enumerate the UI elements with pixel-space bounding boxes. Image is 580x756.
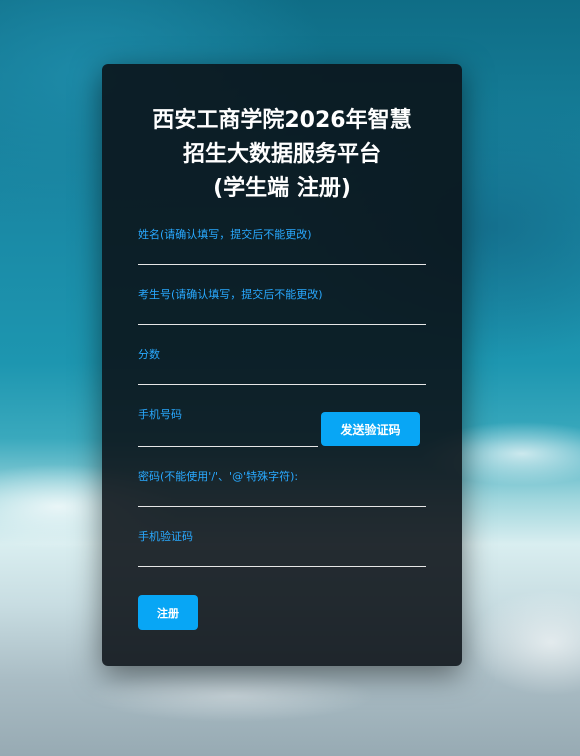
register-card: 西安工商学院2026年智慧 招生大数据服务平台 (学生端 注册) 姓名(请确认填… <box>102 64 462 666</box>
exam-number-label: 考生号(请确认填写，提交后不能更改) <box>138 288 323 301</box>
score-underline <box>138 384 426 385</box>
score-label: 分数 <box>138 348 160 361</box>
sms-code-field: 手机验证码 <box>138 530 426 570</box>
register-button[interactable]: 注册 <box>138 595 198 630</box>
phone-input[interactable] <box>138 425 318 445</box>
password-label: 密码(不能使用'/'、'@'特殊字符): <box>138 470 299 483</box>
password-input[interactable] <box>138 485 426 505</box>
exam-number-underline <box>138 324 426 325</box>
phone-underline <box>138 446 318 447</box>
title-line-3: (学生端 注册) <box>213 176 351 201</box>
score-input[interactable] <box>138 363 426 383</box>
title-line-2: 招生大数据服务平台 <box>182 142 381 167</box>
exam-number-field: 考生号(请确认填写，提交后不能更改) <box>138 288 426 328</box>
name-label: 姓名(请确认填写，提交后不能更改) <box>138 228 312 241</box>
password-field: 密码(不能使用'/'、'@'特殊字符): <box>138 470 426 510</box>
score-field: 分数 <box>138 348 426 388</box>
name-field: 姓名(请确认填写，提交后不能更改) <box>138 228 426 268</box>
password-underline <box>138 506 426 507</box>
name-input[interactable] <box>138 243 426 263</box>
sms-code-label: 手机验证码 <box>138 530 193 543</box>
page-title: 西安工商学院2026年智慧 招生大数据服务平台 (学生端 注册) <box>102 104 462 206</box>
sms-code-underline <box>138 566 426 567</box>
send-code-button[interactable]: 发送验证码 <box>321 412 420 446</box>
sms-code-input[interactable] <box>138 545 426 565</box>
name-underline <box>138 264 426 265</box>
title-line-1: 西安工商学院2026年智慧 <box>152 108 412 133</box>
exam-number-input[interactable] <box>138 303 426 323</box>
